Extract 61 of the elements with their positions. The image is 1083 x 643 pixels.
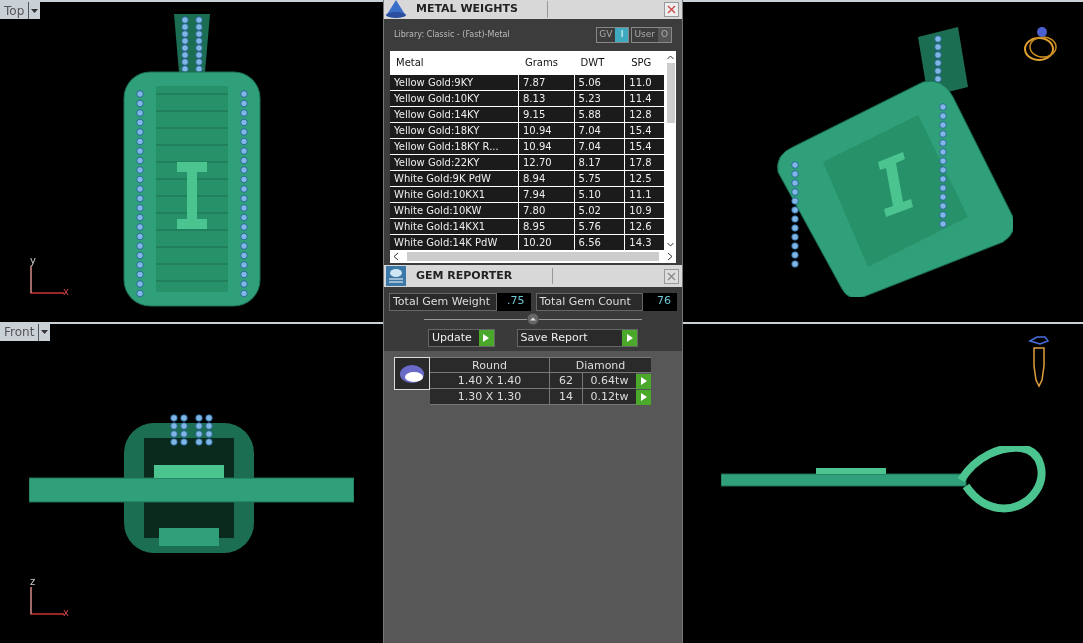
gem-list-icon [384,265,408,287]
caret-icon [31,8,39,13]
panel-button[interactable]: Update [428,329,495,347]
table-cell: 62 [550,373,583,389]
table-row[interactable]: Yellow Gold:18KY 10.94 7.04 15.4 [390,122,665,138]
total-value: .75 [496,293,531,311]
view-dropdown[interactable]: Front [0,323,51,341]
table-row[interactable]: White Gold:10KX1 7.94 5.10 11.1 [390,186,665,202]
toggle-button[interactable]: User O [631,27,672,43]
panel-title: METAL WEIGHTS [408,1,548,18]
toggle-button[interactable]: GV I [596,27,630,43]
view-dropdown[interactable]: Top [0,2,41,19]
collapse-handle-icon[interactable] [527,313,539,325]
table-cell: 1.30 X 1.30 [430,389,550,405]
row-play-button[interactable] [636,373,651,389]
row-play-button[interactable] [636,389,651,405]
play-icon [483,334,490,342]
total-label: Total Gem Weight [389,293,497,311]
scroll-thumb[interactable] [407,252,659,261]
column-header[interactable]: SPG [625,55,665,70]
gem-icon [399,363,425,384]
play-icon [626,334,633,342]
caret-icon [41,330,49,334]
table-row[interactable]: White Gold:9K PdW 8.94 5.75 12.5 [390,170,665,186]
column-header: Round [430,358,550,372]
table-row[interactable]: Yellow Gold:10KY 8.13 5.23 11.4 [390,90,665,106]
pendant-icon [1027,335,1051,388]
total-value: 76 [643,293,677,311]
table-cell: 0.12tw [583,389,636,405]
close-icon [667,5,676,14]
column-header[interactable]: Metal [390,55,519,70]
table-cell: 1.40 X 1.40 [430,373,550,389]
column-header[interactable]: Grams [518,55,575,70]
toggle-indicator: I [615,28,629,42]
scroll-thumb[interactable] [666,63,675,123]
library-label: Library: Classic - (Fast)-Metal [394,29,510,41]
table-row[interactable]: White Gold:14K PdW 10.20 6.56 14.3 [390,234,665,250]
table-cell: 0.64tw [583,373,636,389]
axis-label: y [30,255,36,266]
axis-label: x [63,608,69,618]
axis-label: x [63,286,69,297]
panel-title: GEM REPORTER [408,267,553,285]
flask-icon [384,0,408,19]
table-row[interactable]: White Gold:14KX1 8.95 5.76 12.6 [390,218,665,234]
table-row[interactable]: White Gold:10KW 7.80 5.02 10.9 [390,202,665,218]
axis-lines-icon [30,587,64,615]
axis-lines-icon [30,265,64,294]
panel-button[interactable]: Save Report [516,329,638,347]
close-button[interactable] [664,268,679,284]
axis-label: z [30,577,36,587]
table-row[interactable]: Yellow Gold:9KY 7.87 5.06 11.0 [390,74,665,90]
column-header[interactable]: DWT [574,55,626,70]
toggle-indicator: O [658,28,671,42]
table-row[interactable]: Yellow Gold:14KY 9.15 5.88 12.8 [390,106,665,122]
table-row[interactable]: Yellow Gold:22KY 12.70 8.17 17.8 [390,154,665,170]
close-icon [667,271,676,281]
close-button[interactable] [664,2,679,17]
column-header: Diamond [574,358,627,372]
total-label: Total Gem Count [535,293,643,311]
table-cell: 14 [550,389,583,405]
table-row[interactable]: Yellow Gold:18KY R... 10.94 7.04 15.4 [390,138,665,154]
